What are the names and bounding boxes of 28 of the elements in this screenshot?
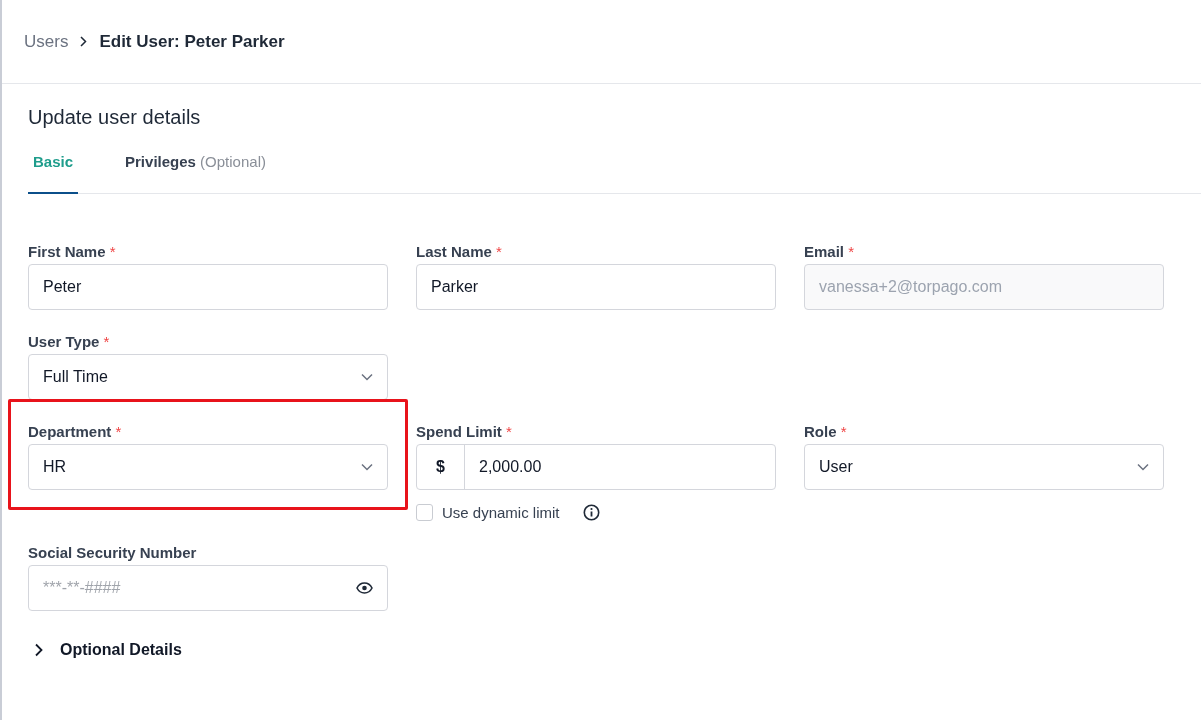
chevron-down-icon <box>361 463 373 471</box>
field-label: User Type * <box>28 332 111 352</box>
chevron-down-icon <box>1137 463 1149 471</box>
field-label: Social Security Number <box>28 543 198 563</box>
text-field[interactable]: Parker <box>416 264 776 310</box>
info-icon[interactable] <box>582 504 600 521</box>
field-label: Department * <box>28 422 123 442</box>
select-field[interactable]: User <box>804 444 1164 490</box>
checkbox[interactable] <box>416 504 433 521</box>
chevron-right-icon <box>34 643 44 657</box>
eye-icon[interactable] <box>356 582 373 594</box>
field-label: First Name * <box>28 242 117 262</box>
select-field[interactable]: Full Time <box>28 354 388 400</box>
field-label: Email * <box>804 242 856 262</box>
section-heading: Update user details <box>28 106 202 129</box>
optional-details-toggle[interactable]: Optional Details <box>28 641 182 659</box>
chevron-right-icon <box>80 36 88 47</box>
select-field[interactable]: HR <box>28 444 388 490</box>
breadcrumb-link[interactable]: Users <box>24 31 69 52</box>
tab[interactable]: Privileges (Optional) <box>120 153 271 194</box>
field-label: Spend Limit * <box>416 422 513 442</box>
chevron-down-icon <box>361 373 373 381</box>
text-field[interactable]: Peter <box>28 264 388 310</box>
field-label: Role * <box>804 422 848 442</box>
amount-field[interactable]: $ 2,000.00 <box>416 444 776 490</box>
page-title: Edit User: Peter Parker <box>99 31 285 52</box>
field-label: Last Name * <box>416 242 503 262</box>
checkbox-label: Use dynamic limit <box>442 504 560 521</box>
